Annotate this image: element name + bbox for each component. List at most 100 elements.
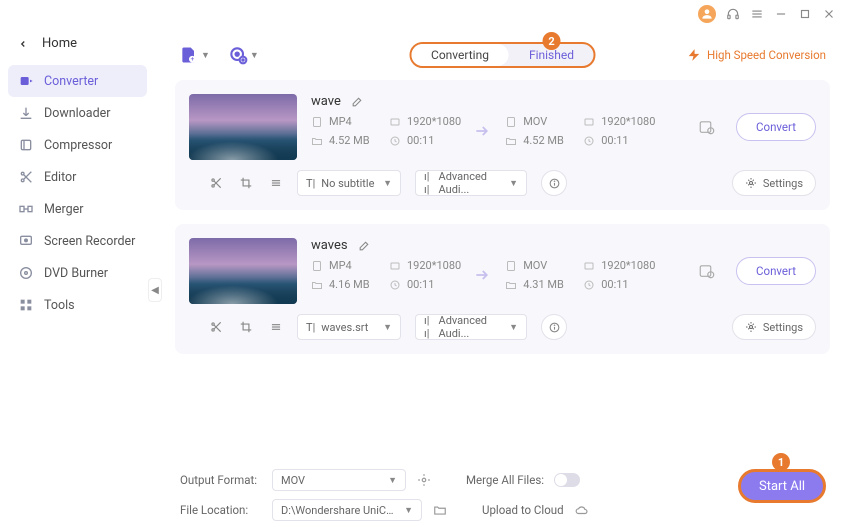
output-format-select[interactable]: MOV▼ bbox=[272, 469, 406, 491]
tab-converting[interactable]: Converting bbox=[411, 44, 509, 66]
audio-select[interactable]: ı|ı|Advanced Audi...▼ bbox=[415, 170, 527, 196]
file-icon bbox=[505, 260, 517, 272]
folder-icon bbox=[311, 135, 323, 147]
src-format: MP4 bbox=[329, 259, 352, 272]
chevron-left-icon bbox=[18, 39, 28, 49]
thumbnail[interactable] bbox=[189, 238, 297, 304]
sidebar-item-compressor[interactable]: Compressor bbox=[0, 129, 155, 161]
info-button[interactable] bbox=[541, 314, 567, 340]
footer: Output Format: MOV▼ Merge All Files: Fil… bbox=[180, 469, 836, 519]
resolution-icon bbox=[389, 116, 401, 128]
src-resolution: 1920*1080 bbox=[407, 115, 461, 128]
sidebar-item-label: Merger bbox=[44, 202, 84, 217]
collapse-sidebar-button[interactable]: ◀ bbox=[148, 278, 162, 302]
headset-icon[interactable] bbox=[726, 7, 740, 21]
subtitle-icon: T| bbox=[306, 177, 315, 190]
main: + ▼ ▼ Converting 2 Finished High Speed C… bbox=[165, 30, 840, 467]
cut-icon[interactable] bbox=[209, 176, 223, 190]
thumbnail[interactable] bbox=[189, 94, 297, 160]
list-icon[interactable] bbox=[269, 176, 283, 190]
cloud-icon[interactable] bbox=[574, 502, 590, 518]
subtitle-select[interactable]: T|waves.srt▼ bbox=[297, 314, 401, 340]
caret-down-icon: ▼ bbox=[201, 50, 210, 61]
edit-icon[interactable] bbox=[358, 239, 371, 252]
src-resolution: 1920*1080 bbox=[407, 259, 461, 272]
grid-icon bbox=[18, 297, 34, 313]
add-url-button[interactable]: ▼ bbox=[228, 45, 259, 65]
hispeed-label: High Speed Conversion bbox=[707, 48, 826, 62]
minimize-button[interactable] bbox=[774, 7, 788, 21]
src-duration: 00:11 bbox=[407, 134, 434, 147]
add-file-button[interactable]: + ▼ bbox=[179, 45, 210, 65]
home-row[interactable]: Home bbox=[0, 28, 155, 65]
file-location-value: D:\Wondershare UniConverter 1 bbox=[281, 504, 398, 517]
sidebar-item-label: Tools bbox=[44, 298, 75, 313]
subtitle-select[interactable]: T|No subtitle▼ bbox=[297, 170, 401, 196]
sidebar-item-dvd-burner[interactable]: DVD Burner bbox=[0, 257, 155, 289]
src-size: 4.16 MB bbox=[329, 278, 370, 291]
converter-icon bbox=[18, 73, 34, 89]
svg-text:+: + bbox=[190, 55, 194, 63]
file-title: wave bbox=[311, 94, 341, 109]
arrow-icon bbox=[465, 265, 501, 285]
settings-label: Settings bbox=[763, 321, 803, 334]
edit-icon[interactable] bbox=[351, 95, 364, 108]
folder-open-icon[interactable] bbox=[432, 502, 448, 518]
close-button[interactable] bbox=[822, 7, 836, 21]
sidebar-item-converter[interactable]: Converter bbox=[8, 65, 147, 97]
avatar[interactable] bbox=[698, 5, 716, 23]
sidebar-item-label: Compressor bbox=[44, 138, 112, 153]
info-button[interactable] bbox=[541, 170, 567, 196]
tab-finished[interactable]: 2 Finished bbox=[509, 44, 594, 66]
file-icon bbox=[311, 116, 323, 128]
convert-button[interactable]: Convert bbox=[736, 257, 816, 285]
subtitle-icon: T| bbox=[306, 321, 315, 334]
file-location-select[interactable]: D:\Wondershare UniConverter 1▼ bbox=[272, 499, 422, 521]
crop-icon[interactable] bbox=[239, 176, 253, 190]
list-icon[interactable] bbox=[269, 320, 283, 334]
sidebar-item-editor[interactable]: Editor bbox=[0, 161, 155, 193]
clock-icon bbox=[389, 135, 401, 147]
merge-toggle[interactable] bbox=[554, 473, 580, 487]
sidebar-item-downloader[interactable]: Downloader bbox=[0, 97, 155, 129]
sidebar-item-label: DVD Burner bbox=[44, 266, 108, 281]
menu-icon[interactable] bbox=[750, 7, 764, 21]
dst-format: MOV bbox=[523, 115, 547, 128]
output-settings-icon[interactable] bbox=[698, 238, 722, 304]
file-add-icon: + bbox=[179, 45, 199, 65]
file-list: wave MP4 1920*1080 4.52 MB 00:11 bbox=[165, 80, 840, 354]
sidebar-item-tools[interactable]: Tools bbox=[0, 289, 155, 321]
cut-icon[interactable] bbox=[209, 320, 223, 334]
caret-down-icon: ▼ bbox=[388, 475, 397, 486]
src-size: 4.52 MB bbox=[329, 134, 370, 147]
sidebar: Home Converter Downloader Compressor Edi… bbox=[0, 0, 155, 527]
clock-icon bbox=[583, 135, 595, 147]
resolution-icon bbox=[389, 260, 401, 272]
convert-button[interactable]: Convert bbox=[736, 113, 816, 141]
dst-size: 4.52 MB bbox=[523, 134, 564, 147]
tab-label: Converting bbox=[431, 48, 489, 62]
settings-button[interactable]: Settings bbox=[732, 314, 816, 340]
settings-button[interactable]: Settings bbox=[732, 170, 816, 196]
sidebar-item-label: Downloader bbox=[44, 106, 111, 121]
audio-icon: ı|ı| bbox=[424, 314, 433, 340]
dst-duration: 00:11 bbox=[601, 134, 628, 147]
scissors-icon bbox=[18, 169, 34, 185]
start-all-button[interactable]: Start All bbox=[738, 469, 826, 503]
sidebar-item-screen-recorder[interactable]: Screen Recorder bbox=[0, 225, 155, 257]
crop-icon[interactable] bbox=[239, 320, 253, 334]
sidebar-item-merger[interactable]: Merger bbox=[0, 193, 155, 225]
settings-label: Settings bbox=[763, 177, 803, 190]
file-location-label: File Location: bbox=[180, 503, 262, 517]
maximize-button[interactable] bbox=[798, 7, 812, 21]
file-icon bbox=[311, 260, 323, 272]
output-settings-icon[interactable] bbox=[698, 94, 722, 160]
resolution-icon bbox=[583, 116, 595, 128]
settings-gear-icon[interactable] bbox=[416, 472, 432, 488]
file-card: waves MP4 1920*1080 4.16 MB 00:11 bbox=[175, 224, 830, 354]
clock-icon bbox=[389, 279, 401, 291]
tab-label: Finished bbox=[529, 48, 574, 62]
high-speed-conversion[interactable]: High Speed Conversion bbox=[687, 48, 826, 62]
audio-select[interactable]: ı|ı|Advanced Audi...▼ bbox=[415, 314, 527, 340]
clock-icon bbox=[583, 279, 595, 291]
